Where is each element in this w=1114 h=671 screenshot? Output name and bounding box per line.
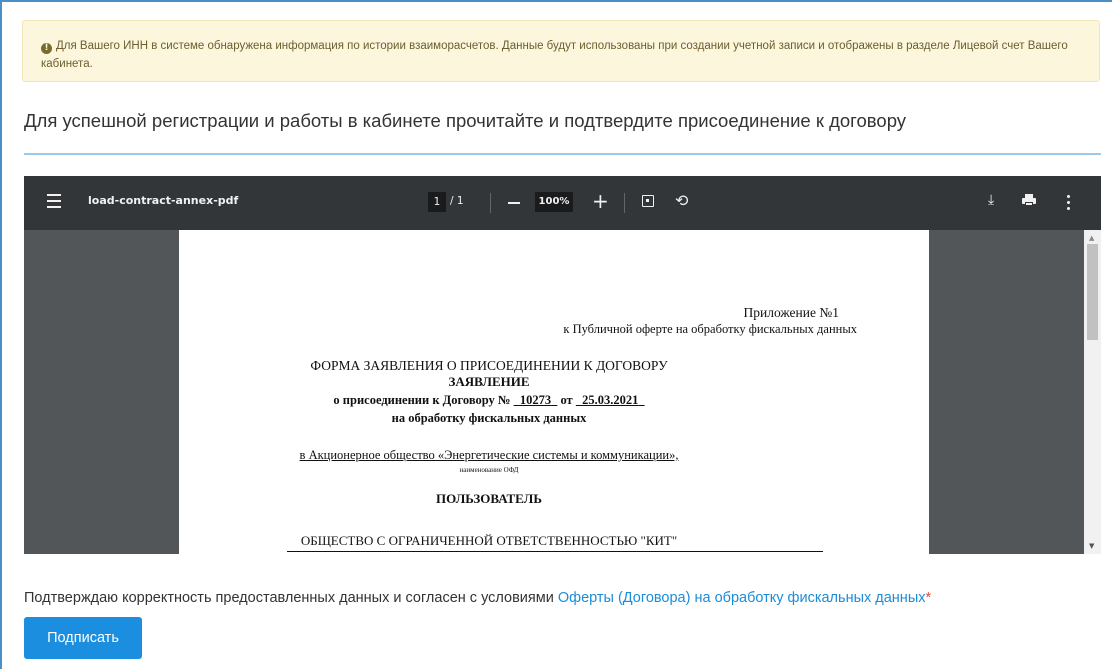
company-underline (287, 551, 823, 552)
info-alert: ! Для Вашего ИНН в системе обнаружена инф… (22, 20, 1100, 82)
menu-icon[interactable] (47, 194, 61, 212)
contract-prefix: о присоединении к Договору № (333, 393, 511, 407)
consent-label: Подтверждаю корректность предоставленных… (24, 590, 558, 606)
info-circle-icon: ! (41, 43, 52, 54)
zoom-in-icon[interactable]: + (592, 189, 609, 213)
page-heading: Для успешной регистрации и работы в каби… (24, 110, 907, 131)
pdf-scrollbar[interactable]: ▲ ▼ (1084, 230, 1101, 554)
contract-number: 10273 (519, 393, 552, 407)
rotate-icon[interactable]: ⟲ (675, 190, 688, 212)
contract-line: о присоединении к Договору № 10273 от 25… (179, 393, 799, 408)
page-number-input[interactable]: 1 (428, 192, 446, 212)
required-mark: * (925, 590, 932, 606)
annex-label: Приложение №1 (743, 305, 839, 320)
fiscal-line: на обработку фискальных данных (391, 411, 587, 425)
annex-reference: к Публичной оферте на обработку фискальн… (563, 322, 857, 336)
pdf-toolbar: load-contract-annex-pdf 1 / 1 100% + ⟲ ⤓ (24, 176, 1101, 230)
page-total: / 1 (450, 195, 464, 207)
toolbar-divider (624, 193, 625, 213)
consent-text: Подтверждаю корректность предоставленных… (24, 590, 931, 606)
offer-link[interactable]: Оферты (Договора) на обработку фискальны… (558, 590, 926, 606)
pdf-page: Приложение №1 к Публичной оферте на обра… (179, 230, 929, 554)
statement-title: ЗАЯВЛЕНИЕ (448, 374, 530, 389)
fit-page-icon[interactable] (642, 195, 654, 207)
user-header: ПОЛЬЗОВАТЕЛЬ (436, 491, 542, 506)
zoom-out-icon[interactable] (508, 202, 520, 204)
sign-button[interactable]: Подписать (24, 617, 142, 659)
operator-name: в Акционерное общество «Энергетические с… (299, 448, 679, 462)
scroll-thumb[interactable] (1087, 244, 1098, 340)
more-options-icon[interactable] (1067, 195, 1070, 213)
toolbar-divider (490, 193, 491, 213)
operator-caption: наименование ОФД (459, 466, 519, 474)
download-icon[interactable]: ⤓ (988, 189, 994, 211)
contract-date: 25.03.2021 (582, 393, 639, 407)
pdf-title: load-contract-annex-pdf (88, 194, 239, 207)
form-title: ФОРМА ЗАЯВЛЕНИЯ О ПРИСОЕДИНЕНИИ К ДОГОВО… (310, 358, 668, 373)
heading-divider (24, 153, 1101, 155)
alert-text: Для Вашего ИНН в системе обнаружена инфо… (41, 40, 1068, 70)
pdf-viewer[interactable]: load-contract-annex-pdf 1 / 1 100% + ⟲ ⤓… (24, 176, 1101, 554)
scroll-down-icon[interactable]: ▼ (1089, 542, 1094, 550)
scroll-up-icon[interactable]: ▲ (1089, 234, 1094, 242)
print-icon[interactable] (1022, 194, 1036, 206)
contract-from: от (560, 393, 573, 407)
zoom-level-input[interactable]: 100% (535, 192, 573, 212)
user-company: ОБЩЕСТВО С ОГРАНИЧЕННОЙ ОТВЕТСТВЕННОСТЬЮ… (300, 533, 678, 548)
